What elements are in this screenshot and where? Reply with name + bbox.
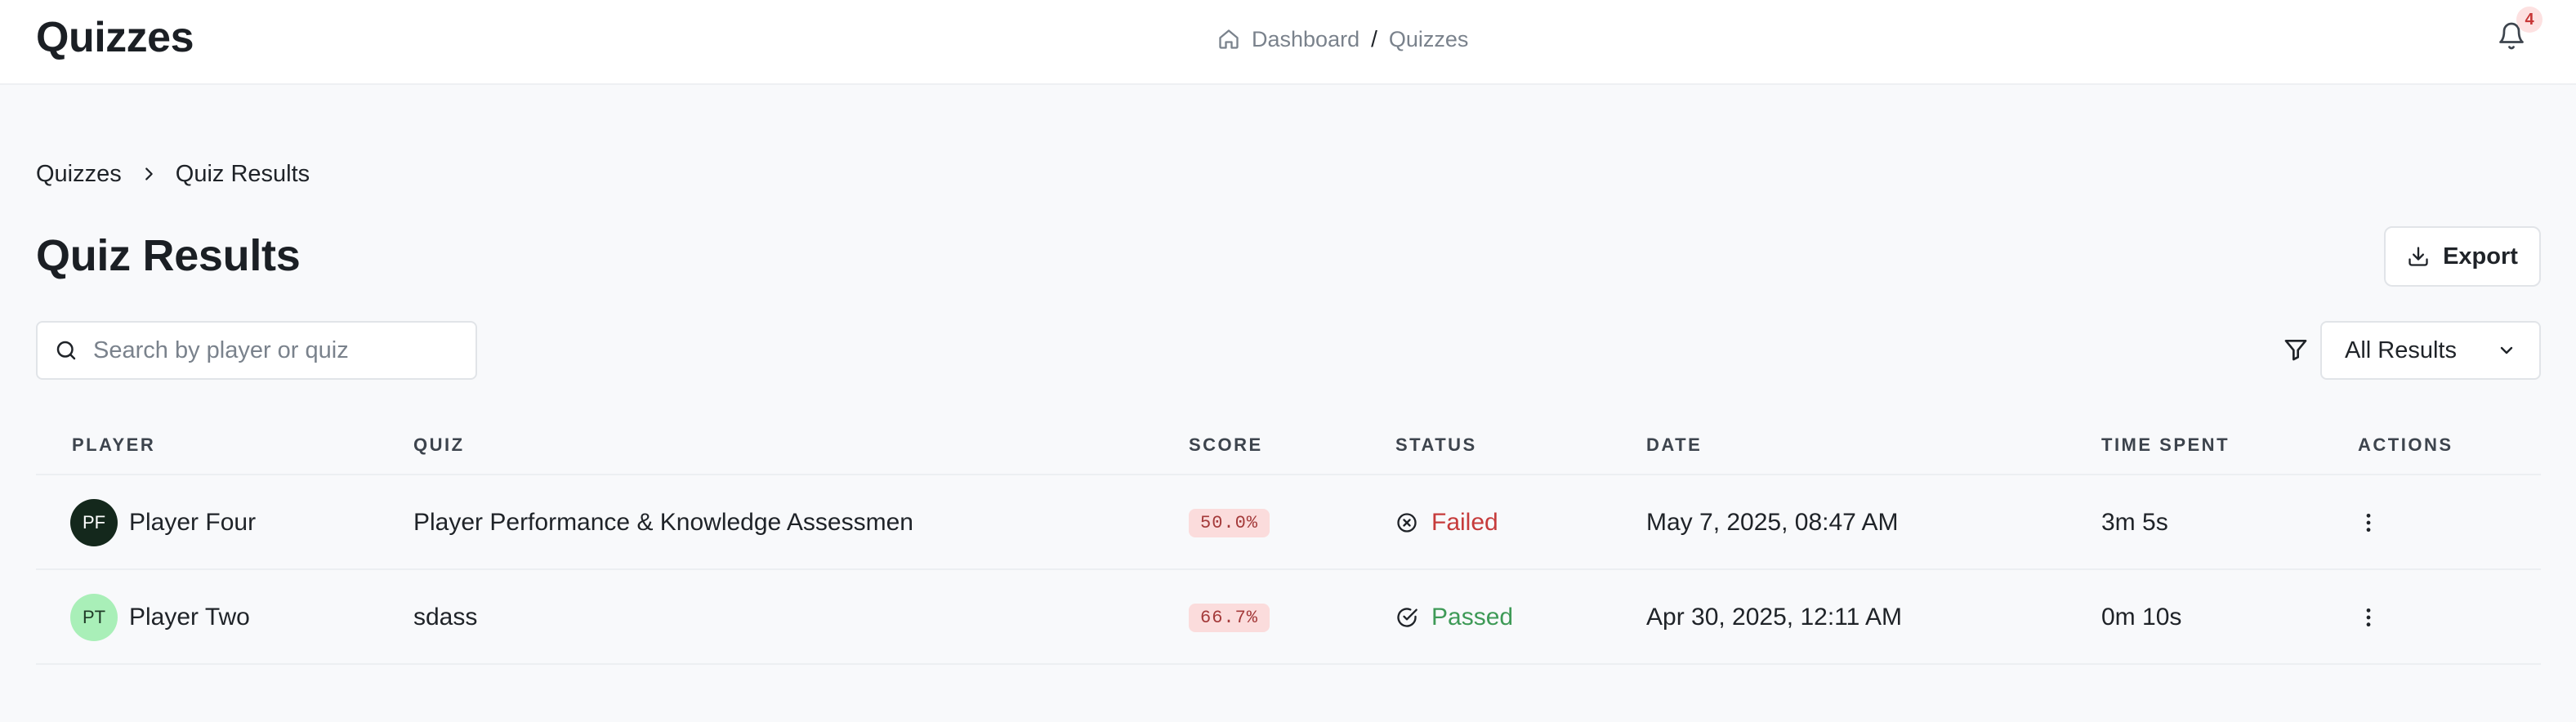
actions-cell [2356, 570, 2381, 665]
status-cell: Failed [1395, 475, 1498, 570]
date-cell: Apr 30, 2025, 12:11 AM [1646, 604, 1902, 631]
time-spent-cell: 0m 10s [2101, 604, 2182, 631]
player-name: Player Two [129, 604, 250, 631]
time-spent-cell: 3m 5s [2101, 509, 2168, 536]
quiz-name: Player Performance & Knowledge Assessmen [413, 509, 913, 536]
notification-count-badge: 4 [2516, 7, 2543, 33]
score-badge: 50.0% [1189, 508, 1270, 537]
breadcrumb-quizzes-link[interactable]: Quizzes [1389, 27, 1469, 52]
column-header-score[interactable]: SCORE [1189, 435, 1263, 456]
results-filter-select[interactable]: All Results [2320, 321, 2541, 380]
more-vertical-icon[interactable] [2356, 605, 2381, 630]
page-breadcrumb: Quizzes Quiz Results [36, 159, 310, 189]
status-cell: Passed [1395, 570, 1513, 665]
score-cell: 66.7% [1189, 570, 1270, 665]
export-button[interactable]: Export [2384, 226, 2541, 287]
results-table: PLAYER QUIZ SCORE STATUS DATE TIME SPENT… [36, 418, 2541, 665]
column-header-status[interactable]: STATUS [1395, 435, 1477, 456]
status-label: Passed [1431, 604, 1514, 631]
date-cell: May 7, 2025, 08:47 AM [1646, 509, 1899, 536]
page-title: Quiz Results [36, 231, 301, 280]
search-icon [54, 338, 78, 363]
breadcrumb-separator: / [1371, 26, 1377, 51]
table-row[interactable]: PT Player Two sdass 66.7% Passed Apr 30,… [36, 570, 2541, 665]
header-breadcrumb: Dashboard / Quizzes [1217, 25, 1468, 54]
status-label: Failed [1431, 509, 1498, 536]
export-label: Export [2443, 243, 2518, 270]
chevron-right-icon [140, 165, 158, 183]
table-header: PLAYER QUIZ SCORE STATUS DATE TIME SPENT… [36, 418, 2541, 475]
more-vertical-icon[interactable] [2356, 510, 2381, 535]
actions-cell [2356, 475, 2381, 570]
home-icon[interactable] [1217, 28, 1240, 51]
column-header-quiz[interactable]: QUIZ [413, 435, 465, 456]
check-circle-icon [1395, 606, 1418, 629]
avatar: PT [70, 594, 118, 641]
score-badge: 66.7% [1189, 603, 1270, 632]
player-cell: PT Player Two [70, 570, 250, 665]
status-badge: Failed [1395, 509, 1498, 537]
column-header-actions: ACTIONS [2358, 435, 2453, 455]
search-box [36, 321, 477, 380]
player-name: Player Four [129, 509, 257, 536]
download-icon [2407, 245, 2430, 268]
column-header-player[interactable]: PLAYER [72, 435, 155, 456]
quiz-name: sdass [413, 604, 478, 631]
top-bar: Quizzes Dashboard / Quizzes 4 [0, 0, 2576, 85]
score-cell: 50.0% [1189, 475, 1270, 570]
filter-icon[interactable] [2283, 336, 2310, 364]
app-title: Quizzes [36, 14, 194, 61]
search-input[interactable] [93, 336, 469, 364]
x-circle-icon [1395, 511, 1418, 534]
status-badge: Passed [1395, 604, 1513, 631]
column-header-date[interactable]: DATE [1646, 435, 1702, 456]
avatar: PF [70, 499, 118, 546]
table-row[interactable]: PF Player Four Player Performance & Know… [36, 475, 2541, 570]
chevron-down-icon [2497, 341, 2516, 360]
player-cell: PF Player Four [70, 475, 256, 570]
results-filter-value: All Results [2345, 336, 2457, 363]
column-header-time-spent[interactable]: TIME SPENT [2101, 435, 2230, 456]
breadcrumb-current: Quiz Results [175, 160, 310, 187]
breadcrumb-dashboard-link[interactable]: Dashboard [1252, 27, 1359, 52]
breadcrumb-parent-link[interactable]: Quizzes [36, 161, 122, 188]
